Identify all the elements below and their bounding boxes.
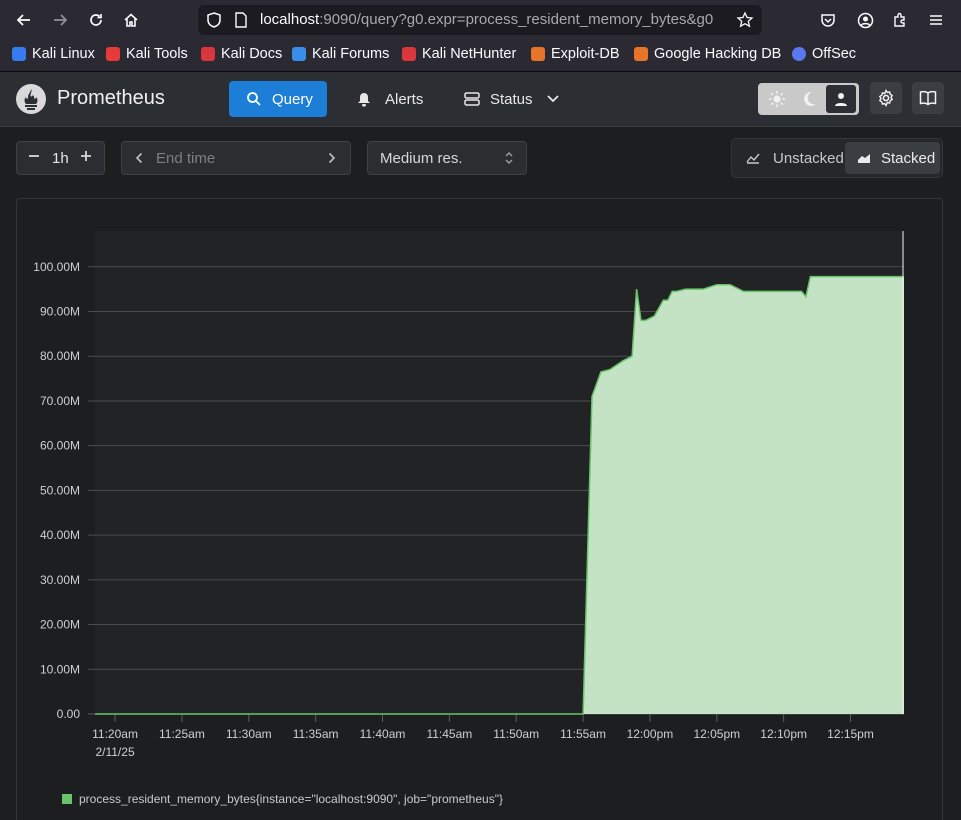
x-tick-label: 11:40am	[360, 727, 406, 741]
x-tick-label: 12:05pm	[693, 727, 740, 741]
y-tick-label: 0.00	[57, 707, 81, 721]
y-tick-label: 80.00M	[40, 349, 80, 363]
memory-chart: 0.00 10.00M 20.00M 30.00M 40.00M 50.00M 60.00M…	[33, 231, 904, 759]
chart-legend[interactable]: process_resident_memory_bytes{instance="…	[62, 792, 503, 806]
y-tick-label: 90.00M	[40, 305, 80, 319]
legend-series-label: process_resident_memory_bytes{instance="…	[79, 792, 503, 806]
x-date-label: 2/11/25	[95, 745, 134, 759]
y-tick-label: 30.00M	[40, 573, 80, 587]
x-tick-label: 11:35am	[293, 727, 339, 741]
x-tick-label: 11:55am	[560, 727, 606, 741]
legend-swatch	[62, 794, 72, 804]
x-tick-label: 12:10pm	[760, 727, 807, 741]
y-tick-label: 70.00M	[40, 394, 80, 408]
x-tick-label: 12:15pm	[827, 727, 874, 741]
y-tick-label: 20.00M	[40, 618, 80, 632]
x-tick-label: 11:20am	[92, 727, 138, 741]
x-tick-label: 11:45am	[426, 727, 472, 741]
y-tick-label: 40.00M	[40, 528, 80, 542]
screen: localhost:9090/query?g0.expr=process_res…	[0, 0, 961, 820]
y-tick-label: 100.00M	[33, 260, 80, 274]
x-tick-label: 11:25am	[159, 727, 205, 741]
y-tick-label: 10.00M	[40, 662, 80, 676]
y-tick-label: 60.00M	[40, 439, 80, 453]
x-tick-label: 11:30am	[226, 727, 272, 741]
x-tick-label: 12:00pm	[627, 727, 674, 741]
x-tick-label: 11:50am	[493, 727, 539, 741]
y-tick-label: 50.00M	[40, 483, 80, 497]
